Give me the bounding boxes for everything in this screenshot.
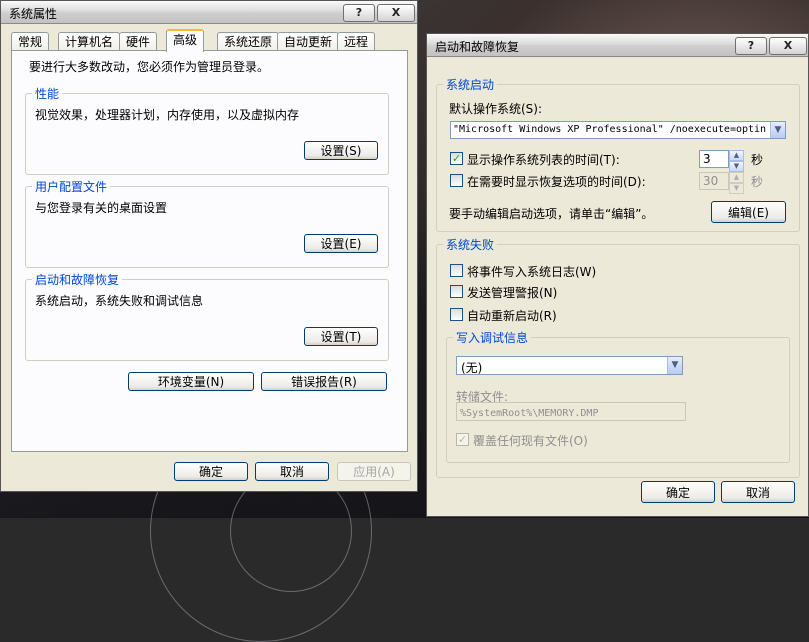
debug-info-select[interactable]: (无) ▼	[456, 356, 683, 375]
dialog-title: 启动和故障恢复	[435, 40, 520, 54]
window-title: 系统属性	[9, 7, 58, 21]
title-bar[interactable]: 启动和故障恢复 ? X	[427, 34, 808, 57]
dump-file-value: %SystemRoot%\MEMORY.DMP	[460, 408, 599, 419]
default-os-value: "Microsoft Windows XP Professional" /noe…	[453, 124, 767, 135]
dump-file-input[interactable]: %SystemRoot%\MEMORY.DMP	[456, 402, 686, 421]
cancel-button[interactable]: 取消	[255, 462, 329, 481]
environment-variables-button[interactable]: 环境变量(N)	[128, 372, 254, 391]
user-profiles-description: 与您登录有关的桌面设置	[35, 201, 168, 215]
startup-recovery-group-label: 启动和故障恢复	[32, 271, 123, 288]
auto-restart-label: 自动重新启动(R)	[467, 309, 557, 323]
edit-button[interactable]: 编辑(E)	[711, 201, 786, 223]
performance-description: 视觉效果，处理器计划，内存使用，以及虚拟内存	[35, 108, 300, 122]
user-profiles-settings-button[interactable]: 设置(E)	[304, 234, 378, 253]
show-os-list-checkbox[interactable]: ✓	[450, 152, 463, 165]
seconds-label: 秒	[751, 153, 764, 167]
help-button[interactable]: ?	[735, 37, 767, 55]
show-os-list-seconds-input[interactable]: 3	[699, 150, 729, 168]
performance-settings-button[interactable]: 设置(S)	[304, 141, 378, 160]
apply-button[interactable]: 应用(A)	[337, 462, 411, 481]
user-profiles-group: 用户配置文件 与您登录有关的桌面设置 设置(E)	[25, 178, 389, 268]
cancel-button[interactable]: 取消	[721, 481, 795, 503]
tab-automatic-updates[interactable]: 自动更新	[277, 32, 340, 51]
title-bar[interactable]: 系统属性 ? X	[1, 1, 417, 24]
advanced-tab-panel: 要进行大多数改动，您必须作为管理员登录。 性能 视觉效果，处理器计划，内存使用，…	[11, 50, 408, 452]
write-event-log-checkbox[interactable]	[450, 264, 463, 277]
default-os-label: 默认操作系统(S):	[449, 102, 543, 116]
overwrite-checkbox[interactable]: ✓	[456, 433, 469, 446]
help-button[interactable]: ?	[343, 4, 375, 22]
system-startup-group-label: 系统启动	[443, 76, 498, 93]
user-profiles-group-label: 用户配置文件	[32, 178, 111, 195]
ok-button[interactable]: 确定	[174, 462, 248, 481]
ok-button[interactable]: 确定	[641, 481, 715, 503]
error-reporting-button[interactable]: 错误报告(R)	[261, 372, 387, 391]
tab-computer-name[interactable]: 计算机名	[58, 32, 121, 51]
startup-recovery-group: 启动和故障恢复 系统启动，系统失败和调试信息 设置(T)	[25, 271, 389, 361]
performance-group: 性能 视觉效果，处理器计划，内存使用，以及虚拟内存 设置(S)	[25, 85, 389, 175]
chevron-down-icon[interactable]: ▼	[770, 122, 785, 138]
tab-advanced[interactable]: 高级	[166, 29, 205, 52]
edit-hint: 要手动编辑启动选项，请单击“编辑”。	[449, 207, 654, 221]
admin-notice: 要进行大多数改动，您必须作为管理员登录。	[29, 60, 270, 74]
default-os-select[interactable]: "Microsoft Windows XP Professional" /noe…	[450, 121, 786, 139]
show-recovery-label: 在需要时显示恢复选项的时间(D):	[467, 175, 646, 189]
tab-hardware[interactable]: 硬件	[119, 32, 158, 51]
send-alert-checkbox[interactable]	[450, 285, 463, 298]
performance-group-label: 性能	[32, 85, 63, 102]
tab-system-restore[interactable]: 系统还原	[217, 32, 280, 51]
close-button[interactable]: X	[769, 37, 807, 55]
spin-up-icon[interactable]: ▲	[729, 150, 744, 161]
show-os-list-label: 显示操作系统列表的时间(T):	[467, 153, 620, 167]
send-alert-label: 发送管理警报(N)	[467, 286, 558, 300]
system-properties-window: 系统属性 ? X 常规 计算机名 硬件 高级 系统还原 自动更新 远程 要进行大…	[0, 0, 418, 492]
debug-info-group: 写入调试信息 (无) ▼ 转储文件: %SystemRoot%\MEMORY.D…	[446, 329, 790, 463]
system-failure-group: 系统失败 将事件写入系统日志(W) 发送管理警报(N) 自动重新启动(R) 写入…	[436, 236, 800, 478]
show-recovery-checkbox[interactable]	[450, 174, 463, 187]
system-failure-group-label: 系统失败	[443, 236, 498, 253]
startup-recovery-settings-button[interactable]: 设置(T)	[304, 327, 378, 346]
debug-info-selected: (无)	[461, 361, 483, 375]
write-event-log-label: 将事件写入系统日志(W)	[467, 265, 597, 279]
system-startup-group: 系统启动 默认操作系统(S): "Microsoft Windows XP Pr…	[436, 76, 800, 232]
show-os-list-spinner[interactable]: ▲ ▼	[729, 150, 744, 172]
chevron-down-icon[interactable]: ▼	[667, 357, 682, 374]
show-recovery-spinner[interactable]: ▲ ▼	[729, 172, 744, 194]
startup-recovery-description: 系统启动，系统失败和调试信息	[35, 294, 204, 308]
show-recovery-seconds-input[interactable]: 30	[699, 172, 729, 190]
tab-remote[interactable]: 远程	[337, 32, 376, 51]
spin-down-icon[interactable]: ▼	[729, 161, 744, 172]
spin-down-icon[interactable]: ▼	[729, 183, 744, 194]
overwrite-label: 覆盖任何现有文件(O)	[473, 434, 588, 448]
startup-recovery-dialog: 启动和故障恢复 ? X 系统启动 默认操作系统(S): "Microsoft W…	[426, 33, 809, 517]
seconds-label: 秒	[751, 175, 764, 189]
auto-restart-checkbox[interactable]	[450, 308, 463, 321]
spin-up-icon[interactable]: ▲	[729, 172, 744, 183]
close-button[interactable]: X	[377, 4, 415, 22]
debug-info-group-label: 写入调试信息	[453, 329, 532, 346]
tab-general[interactable]: 常规	[11, 32, 50, 51]
